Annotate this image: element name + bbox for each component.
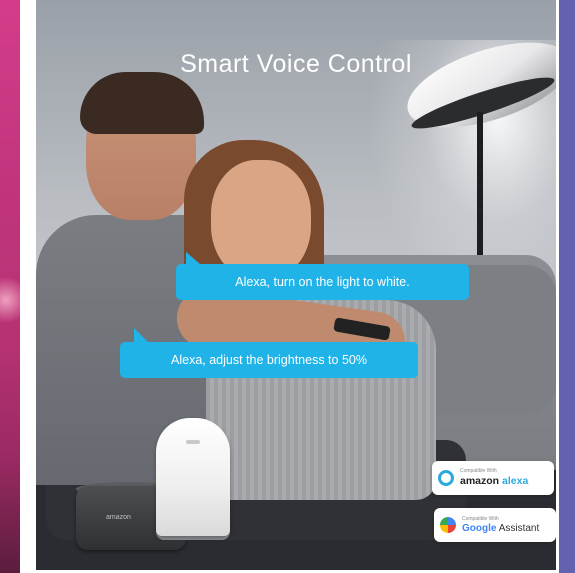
speech-bubble-text: Alexa, adjust the brightness to 50% (171, 353, 367, 367)
alexa-ring-icon (438, 470, 454, 486)
alexa-brand-word: amazon (460, 475, 500, 488)
gap-divider (20, 0, 36, 573)
echo-dot-brand-label: amazon (106, 514, 131, 521)
google-brand-word: Google (462, 522, 497, 534)
right-strip-edge (556, 0, 559, 573)
speech-bubble-tail (134, 328, 148, 342)
left-strip-glow (0, 270, 20, 330)
google-home-speaker (156, 418, 230, 536)
scene-title: Smart Voice Control (180, 50, 412, 78)
google-home-indicator (186, 440, 200, 444)
google-product-word: Assistant (498, 522, 540, 534)
right-neighbor-image-strip (556, 0, 575, 573)
speech-bubble-tail (186, 252, 200, 264)
speech-bubble-light-white: Alexa, turn on the light to white. (176, 252, 469, 300)
floor-lamp-pole (477, 112, 483, 262)
works-with-google-badge: Compatible With Google Assistant (434, 508, 556, 542)
alexa-product-word: alexa (502, 475, 529, 488)
badge-small-text: Compatible With (460, 468, 497, 475)
man-hair (80, 72, 204, 134)
speech-bubble-brightness: Alexa, adjust the brightness to 50% (120, 328, 418, 378)
badge-small-text: Compatible With (462, 515, 499, 522)
google-assistant-icon (440, 517, 456, 533)
works-with-alexa-badge: Compatible With amazon alexa (432, 461, 554, 495)
product-scene-image[interactable]: Smart Voice Control Alexa, turn on the l… (36, 0, 556, 570)
speech-bubble-text: Alexa, turn on the light to white. (235, 275, 410, 289)
woman-head (211, 160, 311, 280)
left-neighbor-image-strip (0, 0, 20, 573)
